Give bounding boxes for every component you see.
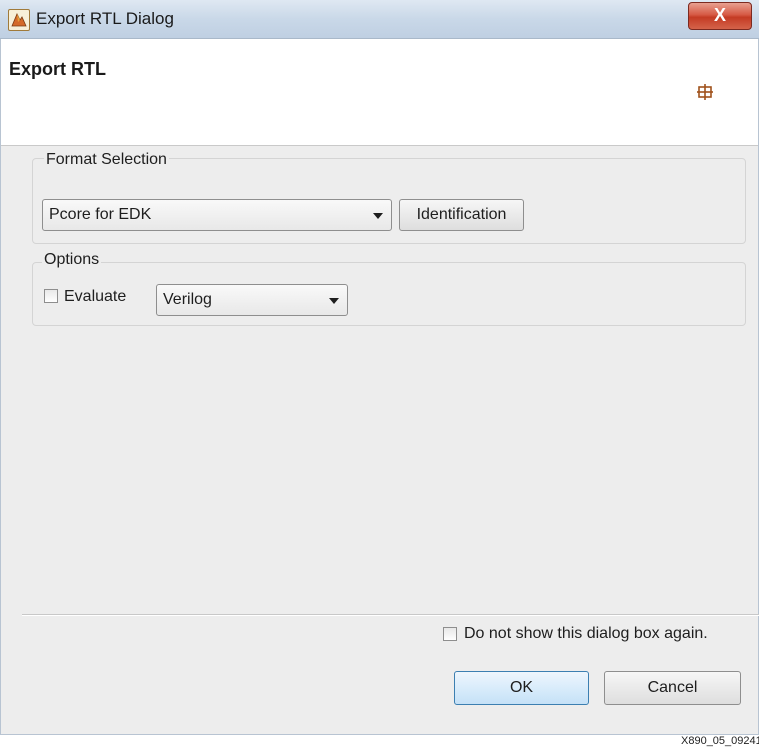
footer-separator [22,614,759,616]
language-select-value: Verilog [163,291,212,308]
app-icon [8,9,30,31]
cancel-button[interactable]: Cancel [604,671,741,705]
figure-id: X890_05_092412 [681,735,759,747]
language-select[interactable]: Verilog [156,284,348,316]
evaluate-label[interactable]: Evaluate [64,288,126,306]
options-group [32,262,746,326]
format-select[interactable]: Pcore for EDK [42,199,392,231]
format-selection-label: Format Selection [44,151,169,169]
crosshair-grid-icon [696,83,714,101]
export-rtl-dialog: Export RTL Dialog X Export RTL Format Se… [0,0,759,735]
title-bar[interactable]: Export RTL Dialog X [0,0,759,39]
page-title: Export RTL [9,59,106,79]
close-button[interactable]: X [688,2,752,30]
chevron-down-icon [329,298,339,304]
evaluate-checkbox[interactable] [44,289,58,303]
identification-button[interactable]: Identification [399,199,524,231]
ok-button[interactable]: OK [454,671,589,705]
format-select-value: Pcore for EDK [49,206,152,223]
dialog-header: Export RTL [1,39,758,146]
chevron-down-icon [373,213,383,219]
do-not-show-checkbox[interactable] [443,627,457,641]
do-not-show-label[interactable]: Do not show this dialog box again. [464,625,708,643]
window-title: Export RTL Dialog [36,9,174,28]
options-label: Options [42,251,102,269]
